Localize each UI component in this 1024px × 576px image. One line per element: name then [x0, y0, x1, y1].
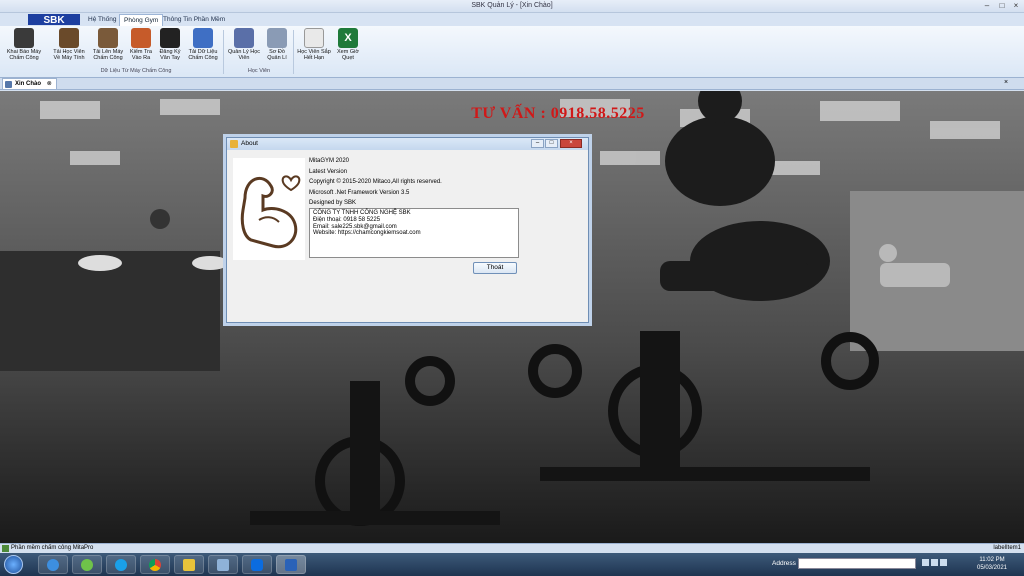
clock-time: 11:02 PM	[979, 557, 1005, 563]
data-download-icon	[193, 28, 213, 48]
org-chart-icon	[267, 28, 287, 48]
status-app-icon	[2, 545, 9, 552]
company-name: CÔNG TY TNHH CÔNG NGHỆ SBK	[313, 210, 411, 216]
tab-he-thong[interactable]: Hệ Thống	[84, 14, 120, 26]
group-separator	[223, 30, 224, 74]
title-bar: SBK Quản Lý - [Xin Chào] – □ ×	[0, 0, 1024, 13]
manage-users-icon	[234, 28, 254, 48]
group-separator	[293, 30, 294, 74]
taskbar-chat[interactable]	[72, 555, 102, 574]
users-upload-icon	[98, 28, 118, 48]
minimize-button[interactable]: –	[980, 1, 994, 11]
start-button[interactable]	[4, 555, 23, 574]
users-download-icon	[59, 28, 79, 48]
framework-text: Microsoft .Net Framework Version 3.5	[309, 189, 410, 196]
clock[interactable]: 11:02 PM 05/03/2021	[972, 556, 1012, 572]
quan-ly-hoc-vien-button[interactable]: Quản Lý Học Viên	[226, 28, 262, 70]
tai-du-lieu-button[interactable]: Tải Dữ Liệu Chấm Công	[185, 28, 221, 70]
hoc-vien-sap-het-han-button[interactable]: Học Viên Sắp Hết Hạn	[296, 28, 332, 70]
khai-bao-may-button[interactable]: Khai Báo Máy Chấm Công	[4, 28, 44, 70]
designed-by-text: Designed by SBK	[309, 200, 357, 206]
taskbar-zalo[interactable]	[242, 555, 272, 574]
company-details-textbox[interactable]: CÔNG TY TNHH CÔNG NGHỆ SBK Điện thoại: 0…	[309, 208, 519, 258]
maximize-button[interactable]: □	[995, 1, 1009, 11]
dang-ky-van-tay-button[interactable]: Đăng Ký Vân Tay	[156, 28, 184, 70]
company-email: Email: sale225.sbk@gmail.com	[313, 223, 397, 230]
flag-icon[interactable]	[940, 559, 947, 566]
close-tab-icon[interactable]: ⊗	[47, 81, 52, 87]
status-label-right: labelItem1	[993, 545, 1021, 551]
xem-gio-quet-button[interactable]: X Xem Giờ Quẹt	[333, 28, 363, 70]
taskbar-mitagym[interactable]	[276, 555, 306, 574]
taskbar-chrome[interactable]	[140, 555, 170, 574]
taskbar-notes[interactable]	[174, 555, 204, 574]
copyright-text: Copyright © 2015-2020 Mitaco,All rights …	[309, 179, 442, 185]
sbk-logo: SBK	[28, 14, 80, 25]
clock-date: 05/03/2021	[976, 565, 1008, 571]
tab-thong-tin-phan-mem[interactable]: Thông Tin Phần Mềm	[159, 14, 229, 26]
address-input[interactable]	[798, 558, 916, 569]
taskbar: Address 11:02 PM 05/03/2021	[0, 553, 1024, 576]
flexed-arm-icon	[240, 175, 301, 249]
company-phone: Điện thoại: 0918 58 5225	[313, 216, 381, 223]
tab-xin-chao[interactable]: Xin Chào ⊗	[2, 78, 57, 90]
fingerprint-device-icon	[14, 28, 34, 48]
fingerprint-scanner-icon	[160, 28, 180, 48]
app-icon	[230, 140, 238, 148]
taskbar-ie[interactable]	[38, 555, 68, 574]
gym-logo-image	[233, 158, 305, 260]
document-tab-strip	[0, 78, 1024, 90]
hotline-banner: TƯ VẤN : 0918.58.5225	[471, 105, 645, 122]
group-label-cham-cong: Dữ Liệu Từ Máy Chấm Công	[100, 68, 172, 74]
document-list-icon	[304, 28, 324, 48]
thoat-button[interactable]: Thoát	[473, 262, 517, 274]
about-dialog: About – □ × MitaGYM 2020 Latest Version …	[226, 137, 589, 323]
window-title: SBK Quản Lý - [Xin Chào]	[471, 2, 553, 9]
home-icon	[5, 81, 12, 88]
status-bar: Phần mềm chấm công MitaPro labelItem1	[0, 543, 1024, 553]
status-text: Phần mềm chấm công MitaPro	[11, 545, 94, 551]
checkin-icon	[131, 28, 151, 48]
taskbar-skype[interactable]	[106, 555, 136, 574]
excel-icon: X	[338, 28, 358, 48]
so-do-quan-li-button[interactable]: Sơ Đồ Quản Lí	[263, 28, 291, 70]
close-document-icon[interactable]: ×	[1004, 79, 1008, 86]
svg-text:SBK: SBK	[43, 15, 65, 25]
product-version: Latest Version	[309, 168, 348, 175]
dialog-close-button[interactable]: ×	[560, 139, 582, 148]
volume-icon[interactable]	[931, 559, 938, 566]
tai-len-may-button[interactable]: Tải Lên Máy Chấm Công	[89, 28, 127, 70]
company-website: Website: https://chamcongkiemsoat.com	[313, 230, 421, 237]
about-info: MitaGYM 2020 Latest Version Copyright © …	[309, 156, 442, 209]
dialog-maximize-button[interactable]: □	[545, 139, 558, 148]
dialog-minimize-button[interactable]: –	[531, 139, 544, 148]
kiem-tra-vao-ra-button[interactable]: Kiểm Tra Vào Ra	[127, 28, 155, 70]
about-title-bar: About – □ ×	[227, 138, 588, 150]
product-name: MitaGYM 2020	[309, 158, 350, 164]
tray-icons[interactable]	[922, 559, 962, 569]
close-window-button[interactable]: ×	[1009, 1, 1023, 11]
network-icon[interactable]	[922, 559, 929, 566]
tab-phong-gym[interactable]: Phòng Gym	[119, 14, 164, 26]
address-label: Address	[772, 560, 796, 567]
taskbar-remote[interactable]	[208, 555, 238, 574]
group-label-hoc-vien: Học Viên	[247, 68, 271, 74]
tai-hoc-vien-button[interactable]: Tải Học Viên Về Máy Tính	[50, 28, 88, 70]
